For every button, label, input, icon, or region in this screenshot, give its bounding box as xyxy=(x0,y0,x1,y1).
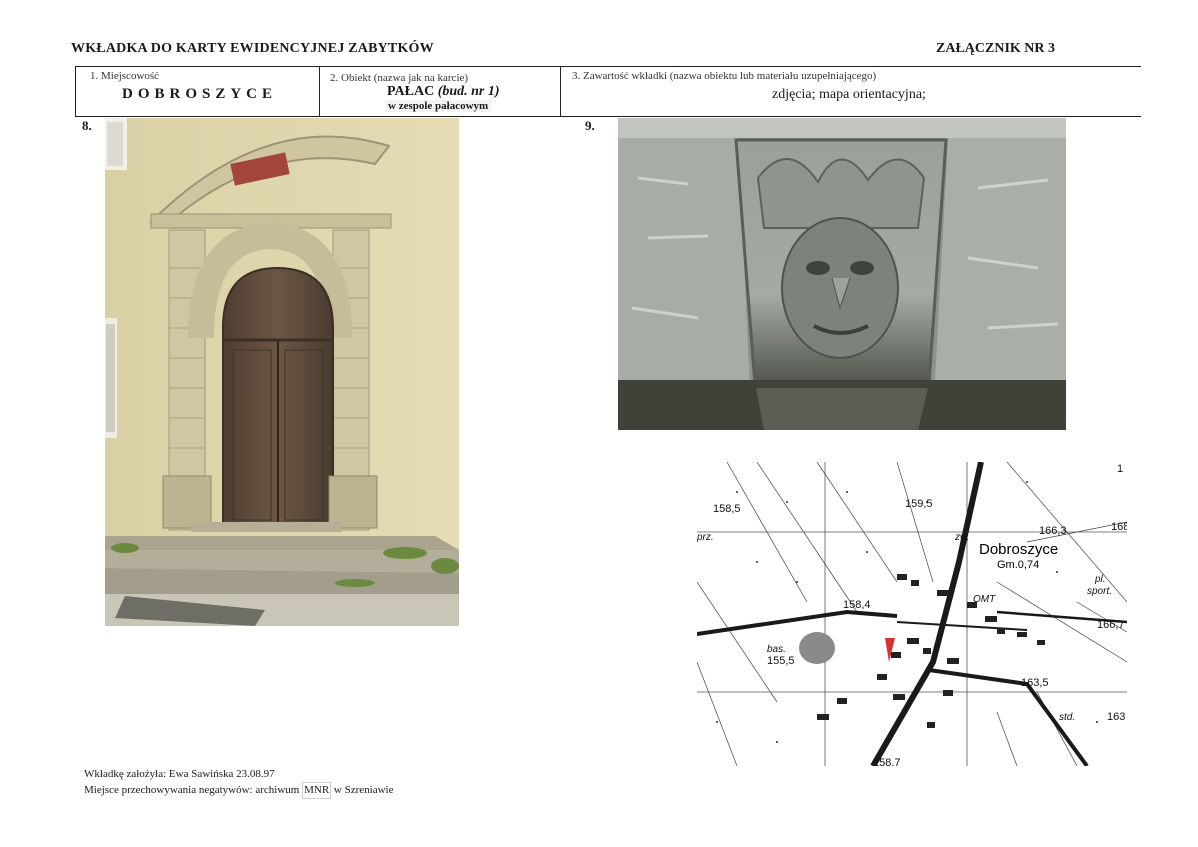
footer-archive-suffix: w Szreniawie xyxy=(331,784,394,796)
footer-archive-line: Miejsce przechowywania negatywów: archiw… xyxy=(84,782,393,799)
content-label: 3. Zawartość wkładki (nazwa obiektu lub … xyxy=(572,70,877,82)
place-value: DOBROSZYCE xyxy=(122,86,278,102)
footer-archive-prefix: Miejsce przechowywania negatywów: archiw… xyxy=(84,784,303,796)
map-height-label: 166,7 xyxy=(1097,619,1125,631)
annex-label: ZAŁĄCZNIK NR 3 xyxy=(936,41,1056,56)
table-top-rule xyxy=(75,66,1141,67)
content-value: zdjęcia; mapa orientacyjna; xyxy=(772,87,926,102)
map-town-label: Dobroszyce xyxy=(979,541,1058,558)
map-gm-label: Gm.0,74 xyxy=(997,559,1039,571)
map-word-label: pl. xyxy=(1094,574,1106,585)
footer-author-line: Wkładkę założyła: Ewa Sawińska 23.08.97 xyxy=(84,768,275,780)
object-name: PAŁAC (bud. nr 1) xyxy=(387,84,500,100)
photo-9-number: 9. xyxy=(585,118,595,133)
photo-8-number: 8. xyxy=(82,118,92,133)
footer-archive-mnr: MNR xyxy=(302,782,332,799)
map-height-label: 158,4 xyxy=(843,599,871,611)
map-word-label: zw. xyxy=(954,532,969,543)
footer: Wkładkę założyła: Ewa Sawińska 23.08.97 … xyxy=(84,767,393,799)
map-word-label: bas. xyxy=(767,644,786,655)
document-page: WKŁADKA DO KARTY EWIDENCYJNEJ ZABYTKÓW Z… xyxy=(0,0,1198,847)
map-height-label: 155,5 xyxy=(767,655,795,667)
orientation-map: 158,5 159,5 166,3 168 158,4 155,5 166,7 … xyxy=(697,462,1127,766)
map-height-label: 1 xyxy=(1117,463,1123,475)
map-word-label: OMT xyxy=(973,594,996,605)
map-height-label: 158,5 xyxy=(713,503,741,515)
table-divider-1 xyxy=(319,66,320,116)
map-word-label: std. xyxy=(1059,712,1075,723)
map-word-label: prz. xyxy=(697,532,714,543)
place-label: 1. Miejscowość xyxy=(90,70,160,82)
map-height-label: 163,5 xyxy=(1021,677,1049,689)
map-word-label: sport. xyxy=(1087,586,1112,597)
map-height-label: 168 xyxy=(1111,521,1127,533)
object-building-no: (bud. nr 1) xyxy=(437,84,500,99)
object-main: PAŁAC xyxy=(387,84,435,99)
map-height-label: 158,7 xyxy=(873,757,901,766)
photo-mascaron-keystone xyxy=(618,118,1066,430)
table-divider-2 xyxy=(560,66,561,116)
map-height-label: 166,3 xyxy=(1039,525,1067,537)
map-height-label: 159,5 xyxy=(905,498,933,510)
table-left-rule xyxy=(75,66,76,116)
photo-palace-portal xyxy=(105,118,459,626)
map-height-label: 163 xyxy=(1107,711,1125,723)
table-bottom-rule xyxy=(75,116,1141,117)
object-sub: w zespole pałacowym xyxy=(385,100,492,112)
document-title: WKŁADKA DO KARTY EWIDENCYJNEJ ZABYTKÓW xyxy=(71,41,434,56)
object-label: 2. Obiekt (nazwa jak na karcie) xyxy=(330,72,469,84)
